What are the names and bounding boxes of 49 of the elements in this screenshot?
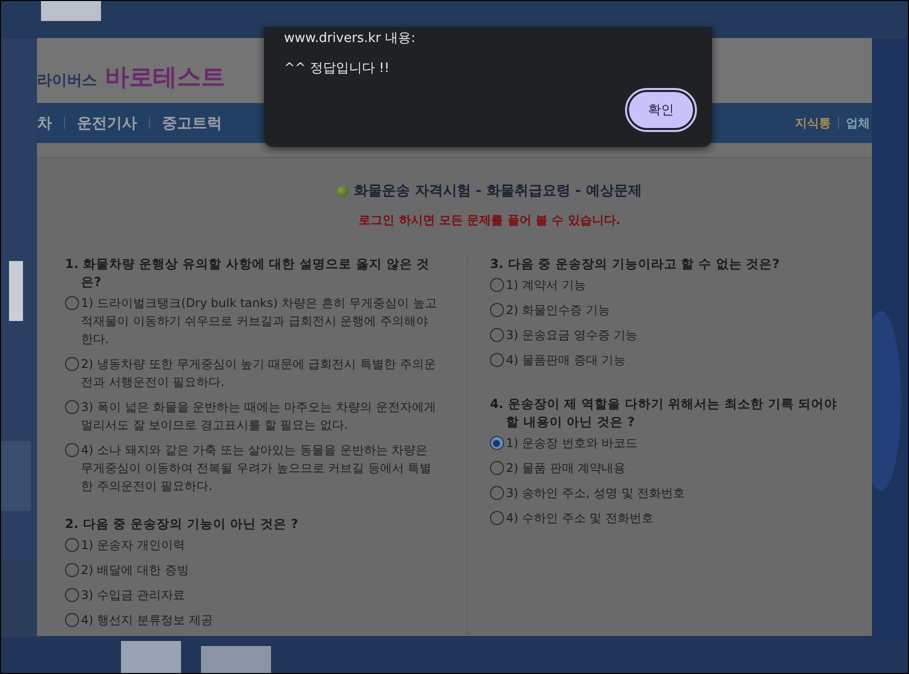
logo-title: 바로테스트 (105, 62, 225, 93)
radio-button[interactable] (490, 278, 504, 292)
nav-link[interactable]: 차 (37, 114, 64, 132)
option-text: 4) 수하인 주소 및 전화번호 (506, 510, 654, 527)
radio-button[interactable] (65, 443, 79, 457)
option-text: 1) 운송장 번호와 바코드 (506, 435, 638, 452)
option-text: 2) 배달에 대한 증빙 (81, 562, 189, 579)
ok-button[interactable]: 확인 (627, 90, 695, 130)
radio-button[interactable] (490, 436, 504, 450)
radio-button[interactable] (490, 353, 504, 367)
option-text: 3) 운송요금 영수증 기능 (506, 327, 638, 344)
option-text: 4) 행선지 분류정보 제공 (81, 612, 213, 629)
option-text: 2) 냉동차량 또한 무게중심이 높기 때문에 급회전시 특별한 주의운전과 서행운전이 필요하다. (81, 356, 437, 391)
question-text: 4. 운송장이 제 역할을 다하기 위해서는 최소한 기록 되어야 할 내용이 아닌 것은 ? (490, 395, 838, 431)
option-text: 3) 폭이 넓은 화물을 운반하는 때에는 마주오는 차량의 운전자에게 멀리서도 잘 보이므로 경고표시를 할 필요는 없다. (81, 399, 437, 434)
radio-button[interactable] (490, 461, 504, 475)
bullet-icon (337, 186, 348, 196)
radio-button[interactable] (490, 328, 504, 342)
option-text: 1) 드라이벌크탱크(Dry bulk tanks) 차량은 흔히 무게중심이 높고 적재물이 이동하기 쉬우므로 커브길과 급회전시 운행에 주의해야 한다. (81, 295, 438, 348)
question-text: 2. 다음 중 운송장의 기능이 아닌 것은 ? (65, 515, 300, 533)
radio-button[interactable] (65, 588, 79, 602)
radio-button[interactable] (65, 357, 79, 371)
question-text: 1. 화물차량 운행상 유의할 사항에 대한 설명으로 옳지 않은 것은? (65, 255, 431, 291)
radio-button[interactable] (65, 296, 79, 310)
option-text: 1) 운송자 개인이력 (81, 537, 185, 554)
nav-link[interactable]: 지식통 (788, 114, 838, 132)
radio-button[interactable] (65, 563, 79, 577)
option-text: 4) 소나 돼지와 같은 가축 또는 살아있는 동물을 운반하는 차량은 무게중심이 이동하여 전복될 우려가 높으므로 커브길 등에서 특별한 주의운전이 필요하다. (81, 442, 433, 495)
option-text: 4) 물품판매 증대 기능 (506, 352, 626, 369)
option-text: 1) 계약서 기능 (506, 277, 586, 294)
exam-title: 화물운송 자격시험 - 화물취급요령 - 예상문제 (354, 182, 642, 200)
question-text: 3. 다음 중 운송장의 기능이라고 할 수 없는 것은? (490, 255, 780, 273)
nav-link[interactable]: 중고트럭 (150, 114, 234, 132)
option-text: 2) 화물인수증 기능 (506, 302, 610, 319)
dialog-message: ^^ 정답입니다 !! (284, 60, 390, 77)
option-text: 3) 수입금 관리자료 (81, 587, 185, 604)
radio-button[interactable] (65, 613, 79, 627)
login-notice: 로그인 하시면 모든 문제를 풀어 볼 수 있습니다. (358, 212, 622, 229)
option-text: 2) 물품 판매 계약내용 (506, 460, 626, 477)
radio-button[interactable] (490, 511, 504, 525)
dialog-origin: www.drivers.kr 내용: (284, 31, 416, 47)
option-text: 3) 송하인 주소, 성명 및 전화번호 (506, 485, 686, 502)
nav-link[interactable]: 운전기사 (65, 114, 149, 132)
logo-text: 라이버스 (37, 71, 97, 90)
radio-button[interactable] (65, 400, 79, 414)
nav-link[interactable]: 업체 (839, 114, 872, 132)
radio-button[interactable] (490, 303, 504, 317)
radio-button[interactable] (65, 538, 79, 552)
radio-button[interactable] (490, 486, 504, 500)
